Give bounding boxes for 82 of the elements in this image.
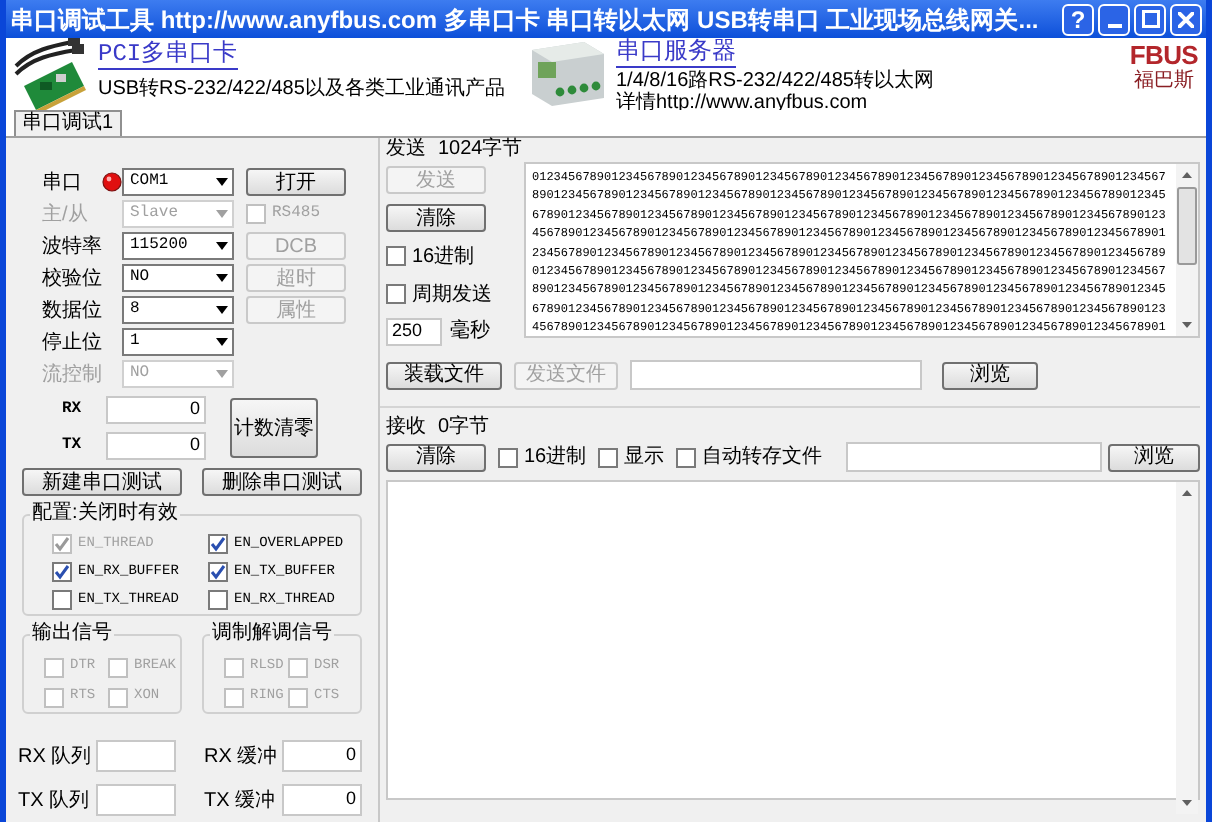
minimize-icon	[1107, 23, 1121, 27]
group-title: 配置:关闭时有效	[30, 502, 180, 526]
reset-button[interactable]: 计数清零	[230, 398, 318, 458]
maximize-button[interactable]	[1134, 3, 1166, 35]
section-label: 发送	[386, 140, 426, 160]
checkbox[interactable]	[386, 246, 406, 266]
banner-text: 1/4/8/16路RS-232/422/485转以太网	[616, 70, 934, 92]
close-icon	[1178, 11, 1194, 27]
caret-icon	[216, 210, 228, 218]
text-field[interactable]: 0	[282, 740, 362, 772]
checkbox[interactable]	[208, 534, 228, 554]
text-field[interactable]	[846, 442, 1103, 472]
checkbox-label[interactable]: 自动转存文件	[702, 442, 823, 472]
button[interactable]: 删除串口测试	[202, 468, 362, 496]
checkbox-label[interactable]: 16进制	[412, 241, 475, 271]
text-field[interactable]	[630, 360, 922, 390]
banner-text: 详情http://www.anyfbus.com	[616, 92, 868, 114]
checkbox[interactable]	[598, 447, 619, 467]
dropdown[interactable]: 115200	[122, 232, 234, 260]
text-field[interactable]	[96, 740, 176, 772]
dropdown[interactable]: NO	[122, 264, 234, 292]
clear-button[interactable]: 清除	[386, 204, 486, 232]
banner-link[interactable]: 串口服务器	[616, 40, 736, 68]
field-label: 波特率	[42, 233, 102, 261]
byte-count: 0字节	[438, 418, 490, 438]
counter-label: TX	[62, 434, 84, 458]
clear-button[interactable]: 清除	[386, 443, 486, 471]
checkbox-label[interactable]: 16进制	[524, 442, 587, 472]
minimize-button[interactable]	[1098, 3, 1130, 35]
checkbox-label[interactable]: 显示	[624, 442, 665, 472]
load-file-button[interactable]: 装载文件	[386, 361, 502, 389]
dropdown[interactable]: COM1	[122, 168, 234, 196]
interval-field[interactable]: 250	[386, 317, 442, 345]
field-label: RX 缓冲	[204, 743, 280, 771]
text-field[interactable]: 0	[106, 396, 206, 424]
field-label: 流控制	[42, 361, 102, 389]
byte-count: 1024字节	[438, 140, 523, 160]
group-title: 输出信号	[30, 622, 114, 646]
text-field[interactable]: 0	[282, 784, 362, 816]
checkbox[interactable]	[386, 284, 406, 304]
text-field[interactable]	[96, 784, 176, 816]
caret-icon	[216, 338, 228, 346]
checkbox[interactable]	[52, 590, 72, 610]
checkbox[interactable]	[498, 447, 518, 467]
logo-caption: 福巴斯	[1133, 70, 1194, 94]
caret-icon	[216, 306, 228, 314]
field-label: RX 队列	[18, 743, 94, 771]
tab[interactable]: 串口调试1	[14, 110, 122, 136]
banner-text: USB转RS-232/422/485以及各类工业通讯产品	[98, 76, 505, 104]
checkbox[interactable]	[208, 590, 228, 610]
unit-label: 毫秒	[450, 317, 490, 346]
checkbox[interactable]	[52, 562, 72, 582]
group-title: 调制解调信号	[210, 622, 334, 646]
close-button[interactable]	[1170, 3, 1202, 35]
caret-icon	[216, 242, 228, 250]
window-title: 串口调试工具 http://www.anyfbus.com 多串口卡 串口转以太网 USB转串口 工业现场总线网关...	[10, 7, 1039, 31]
field-label: 串口	[42, 169, 84, 197]
logo-text: FBUS	[1129, 42, 1198, 70]
dropdown[interactable]: 1	[122, 328, 234, 356]
field-label: 停止位	[42, 329, 102, 357]
help-button[interactable]: ?	[1062, 3, 1094, 35]
field-label: TX 缓冲	[204, 787, 278, 815]
checkbox-label[interactable]: 周期发送	[412, 279, 492, 309]
checkbox[interactable]	[676, 447, 697, 467]
button[interactable]: 新建串口测试	[22, 468, 182, 496]
counter-label: RX	[62, 398, 84, 422]
maximize-icon	[1141, 10, 1159, 28]
caret-icon	[216, 178, 228, 186]
banner-link[interactable]: PCI多串口卡	[98, 40, 238, 70]
field-label: 校验位	[42, 265, 102, 293]
caret-icon	[216, 274, 228, 282]
caret-icon	[216, 370, 228, 378]
checkbox[interactable]	[208, 562, 228, 582]
text-field[interactable]: 0	[106, 432, 206, 460]
field-label: 主/从	[42, 201, 90, 229]
field-label: TX 队列	[18, 787, 92, 815]
dropdown[interactable]: 8	[122, 296, 234, 324]
browse-button[interactable]: 浏览	[1108, 443, 1200, 471]
field-label: 数据位	[42, 297, 102, 325]
button[interactable]: 打开	[246, 168, 346, 196]
browse-button[interactable]: 浏览	[942, 361, 1038, 389]
section-label: 接收	[386, 418, 426, 438]
